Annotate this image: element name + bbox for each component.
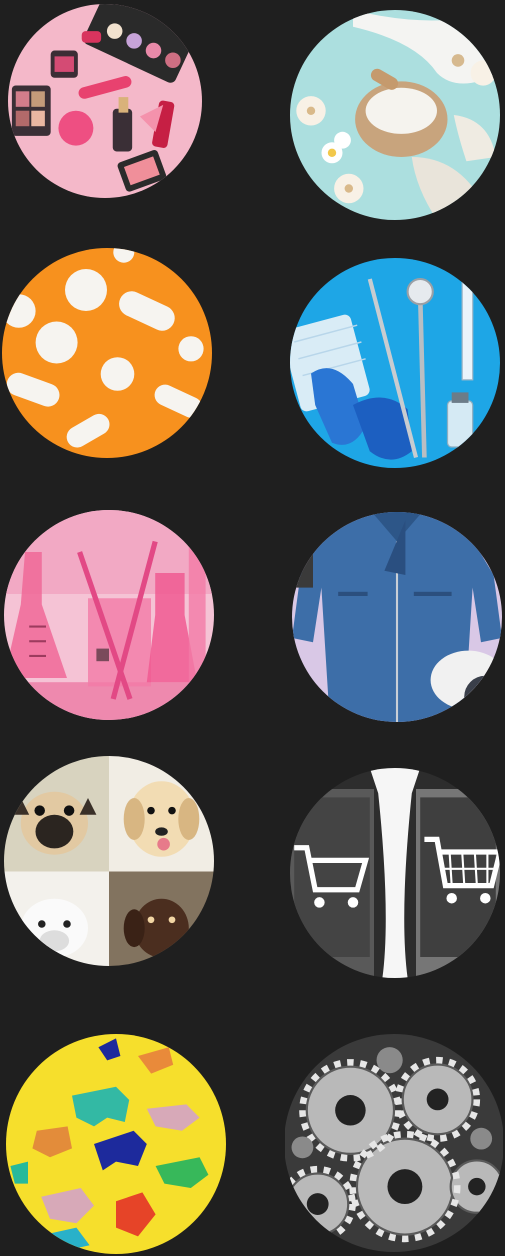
category-grid (0, 0, 505, 1256)
puppies-collage-image (4, 756, 214, 966)
category-tile-toys[interactable] (6, 1034, 226, 1254)
makeup-palette-image (8, 4, 202, 198)
white-pills-image (2, 248, 212, 458)
category-tile-spa[interactable] (290, 10, 500, 220)
category-tile-laboratory[interactable] (4, 510, 214, 720)
shopping-cart-image (290, 768, 500, 978)
category-tile-pets[interactable] (4, 756, 214, 966)
mortar-salt-candles-image (290, 10, 500, 220)
category-tile-workwear[interactable] (292, 512, 502, 722)
category-tile-medical[interactable] (290, 258, 500, 468)
category-tile-cosmetics[interactable] (8, 4, 202, 198)
metal-gears-image (284, 1034, 504, 1252)
denim-overalls-image (292, 512, 502, 722)
category-tile-industrial[interactable] (284, 1034, 504, 1252)
gloves-syringe-image (290, 258, 500, 468)
metallic-animal-figures-image (6, 1034, 226, 1254)
category-tile-retail[interactable] (290, 768, 500, 978)
category-tile-pharma[interactable] (2, 248, 212, 458)
pink-glassware-image (4, 510, 214, 720)
